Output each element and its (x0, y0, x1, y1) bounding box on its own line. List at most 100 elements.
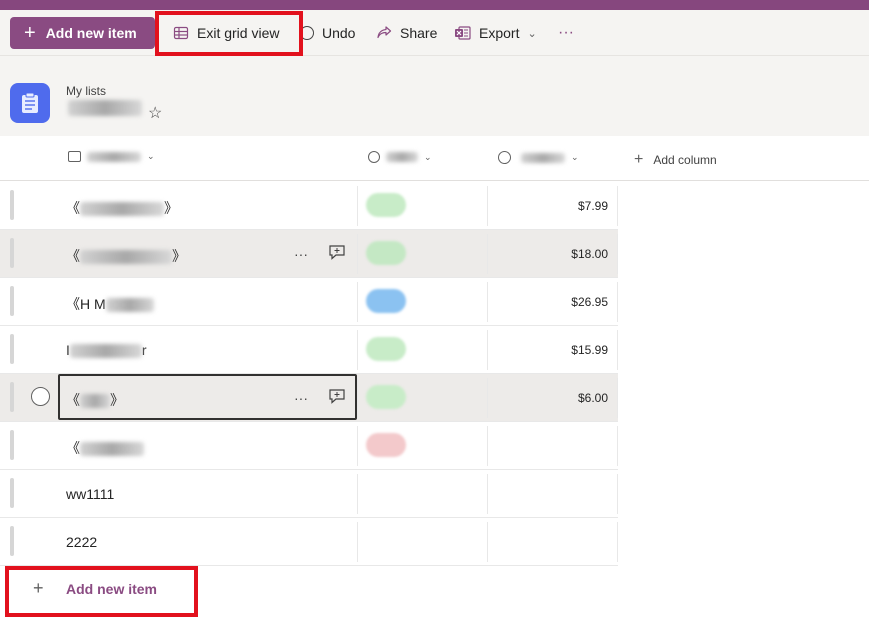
undo-label: Undo (322, 25, 356, 41)
price-cell[interactable] (488, 518, 618, 566)
list-row[interactable]: Ir $15.99 (0, 326, 618, 374)
row-title-cell[interactable]: Ir (66, 342, 147, 359)
export-label: Export (479, 25, 520, 41)
column-name-redacted (87, 151, 141, 162)
chevron-down-icon: ⌄ (571, 152, 579, 162)
status-choice-pill[interactable] (366, 241, 406, 265)
status-choice-pill[interactable] (366, 433, 406, 457)
list-row[interactable]: 《》 ··· $18.00 (0, 230, 618, 278)
add-column-label: Add column (653, 153, 717, 167)
row-title-end: 》 (172, 248, 186, 264)
row-title-end: r (141, 342, 147, 358)
chevron-down-icon: ⌄ (527, 27, 537, 40)
row-title-cell[interactable]: 2222 (66, 534, 97, 550)
cell-divider (357, 522, 358, 562)
title-redacted (80, 442, 144, 457)
status-choice-pill[interactable] (366, 289, 406, 313)
plus-icon: + (634, 151, 644, 168)
status-choice-pill[interactable] (366, 385, 406, 409)
share-icon (377, 26, 392, 39)
status-choice-pill[interactable] (366, 337, 406, 361)
cell-divider (357, 234, 358, 274)
highlight-box-exit-grid (155, 11, 303, 56)
app-top-strip (0, 0, 869, 10)
price-cell[interactable] (488, 422, 618, 470)
list-title-redacted (68, 100, 142, 116)
row-drag-handle[interactable] (10, 334, 14, 364)
cell-divider (357, 282, 358, 322)
column-status-header[interactable]: ⌄ (368, 151, 432, 163)
cell-divider (357, 330, 358, 370)
price-cell[interactable]: $18.00 (488, 230, 618, 278)
share-label: Share (400, 25, 438, 41)
price-value: $18.00 (571, 247, 608, 261)
selected-cell-border (58, 374, 357, 420)
column-name-redacted (521, 152, 565, 163)
list-icon (10, 83, 50, 123)
list-row[interactable]: 《》 $7.99 (0, 182, 618, 230)
row-title-text: 《 (66, 248, 80, 264)
column-title-header[interactable]: ⌄ (68, 151, 155, 162)
row-title-text: ww1111 (66, 486, 115, 502)
clipboard-icon (22, 92, 38, 113)
row-title-text: 2222 (66, 534, 98, 550)
choice-column-icon (368, 151, 380, 163)
excel-icon (455, 26, 471, 40)
list-row[interactable]: 《H M $26.95 (0, 278, 618, 326)
highlight-box-add-new-item (5, 566, 198, 617)
row-title-cell[interactable]: 《H M (66, 294, 154, 314)
breadcrumb-my-lists[interactable]: My lists (66, 84, 106, 98)
list-row[interactable]: 《 (0, 422, 618, 470)
price-value: $26.95 (571, 295, 608, 309)
price-cell[interactable]: $26.95 (488, 278, 618, 326)
add-new-item-button[interactable]: + Add new item (10, 17, 155, 49)
undo-button[interactable]: Undo (300, 17, 355, 49)
status-choice-pill[interactable] (366, 193, 406, 217)
row-select-radio[interactable] (31, 387, 50, 406)
chevron-down-icon: ⌄ (147, 151, 155, 161)
text-column-icon (68, 151, 81, 162)
column-price-header[interactable]: ⌄ (498, 151, 579, 164)
list-row[interactable]: 2222 (0, 518, 618, 566)
price-cell[interactable]: $15.99 (488, 326, 618, 374)
price-value: $15.99 (571, 343, 608, 357)
column-name-redacted (386, 152, 418, 162)
title-redacted (80, 250, 172, 265)
add-comment-icon[interactable] (328, 243, 346, 264)
cell-divider (357, 426, 358, 466)
plus-icon: + (24, 22, 36, 44)
price-value: $7.99 (577, 199, 608, 213)
row-drag-handle[interactable] (10, 190, 14, 220)
row-title-text: 《 (66, 440, 80, 456)
row-title-cell[interactable]: 《》 (66, 246, 186, 266)
row-title-cell[interactable]: 《 (66, 438, 144, 458)
title-redacted (105, 298, 154, 313)
row-drag-handle[interactable] (10, 526, 14, 556)
row-title-cell[interactable]: 《》 (66, 198, 178, 218)
add-column-button[interactable]: + Add column (634, 151, 717, 169)
more-button[interactable]: ··· (558, 17, 574, 49)
list-row[interactable]: ww1111 (0, 470, 618, 518)
more-options-icon[interactable]: ··· (294, 246, 308, 262)
price-value: $6.00 (577, 391, 608, 405)
row-drag-handle[interactable] (10, 382, 14, 412)
column-header-row: ⌄ ⌄ ⌄ + Add column (0, 136, 869, 181)
row-title-text: 《 (66, 200, 80, 216)
share-button[interactable]: Share (376, 17, 437, 49)
favorite-star-icon[interactable]: ☆ (148, 103, 162, 123)
row-drag-handle[interactable] (10, 286, 14, 316)
title-redacted (69, 344, 142, 359)
row-drag-handle[interactable] (10, 238, 14, 268)
row-actions: ··· (294, 243, 346, 264)
row-drag-handle[interactable] (10, 478, 14, 508)
row-drag-handle[interactable] (10, 430, 14, 460)
price-cell[interactable] (488, 470, 618, 518)
price-cell[interactable]: $7.99 (488, 182, 618, 230)
price-cell[interactable]: $6.00 (488, 374, 618, 422)
export-button[interactable]: Export ⌄ (454, 17, 537, 49)
number-column-icon (498, 151, 511, 164)
row-title-cell[interactable]: ww1111 (66, 486, 114, 502)
row-title-text: 《H M (66, 296, 106, 312)
list-header (0, 56, 869, 136)
cell-divider (357, 474, 358, 514)
